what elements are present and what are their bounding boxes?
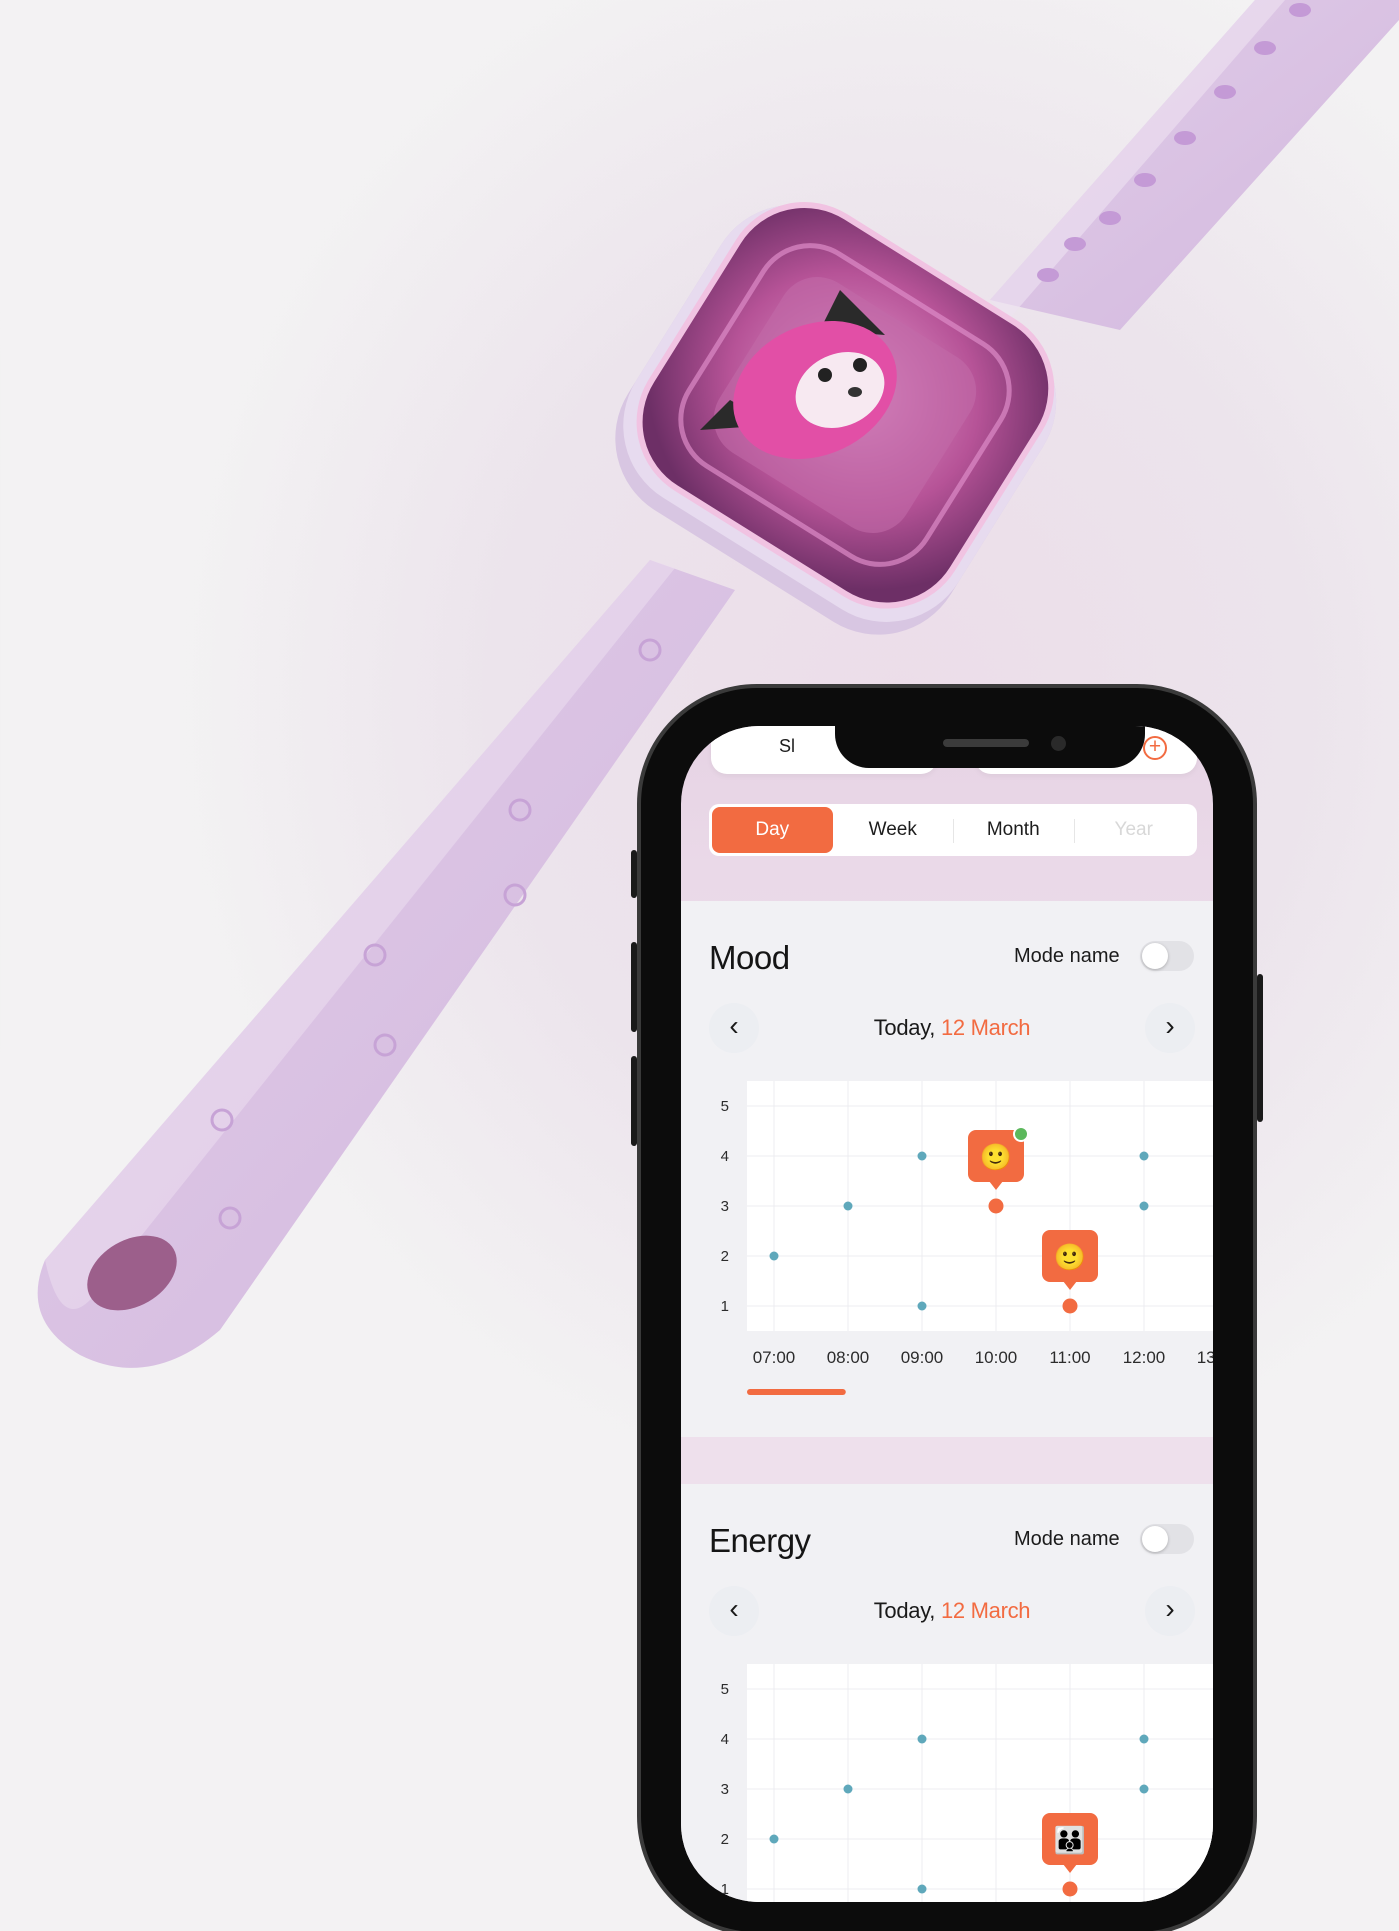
volume-up-button [631, 942, 637, 1032]
tab-week[interactable]: Week [833, 807, 954, 853]
x-tick-label: 10:00 [975, 1348, 1018, 1367]
y-tick-label: 1 [721, 1298, 729, 1315]
data-point [1139, 1201, 1149, 1211]
chevron-right-icon[interactable]: › [1145, 1003, 1195, 1053]
online-badge [1013, 1126, 1029, 1142]
y-tick-label: 4 [721, 1731, 729, 1748]
x-tick-label: 13:00 [1197, 1348, 1213, 1367]
energy-chart-svg: 5432107:0008:0009:0010:0011:0012:0013:00… [721, 1664, 1213, 1902]
phone-frame: Sl gy + Day Week Month Year Mood Mode na… [631, 684, 1263, 1931]
mood-card: Mood Mode name ‹ Today, 12 March › 5 4 3 2 1… [681, 901, 1213, 1437]
smile-emoji: 🙂 [980, 1143, 1012, 1173]
volume-down-button [631, 1056, 637, 1146]
energy-mode-label: Mode name [1014, 1528, 1120, 1550]
plot-area [747, 1664, 1213, 1902]
data-point [769, 1251, 779, 1261]
y-tick-label: 3 [721, 1781, 729, 1798]
x-tick-label: 07:00 [753, 1348, 796, 1367]
notch [835, 726, 1145, 768]
energy-date: Today, 12 March [709, 1598, 1195, 1624]
tab-year[interactable]: Year [1073, 807, 1195, 853]
y-tick-label: 2 [721, 1831, 729, 1848]
energy-mode-toggle[interactable] [1140, 1524, 1194, 1554]
phone-screen: Sl gy + Day Week Month Year Mood Mode na… [681, 726, 1213, 1902]
power-button [1257, 974, 1263, 1122]
data-point [843, 1784, 853, 1794]
data-point [1139, 1784, 1149, 1794]
date-prefix: Today, [873, 1598, 936, 1623]
energy-card: Energy Mode name ‹ Today, 12 March › 5 4 3… [681, 1484, 1213, 1902]
front-camera [1051, 736, 1066, 751]
smile-emoji: 🙂 [1054, 1243, 1086, 1273]
speaker-grille [943, 739, 1029, 747]
mood-title: Mood [709, 939, 790, 976]
y-tick-label: 4 [721, 1148, 729, 1165]
mood-chart[interactable]: 5 4 3 2 1 07:00 08:00 09:00 10:00 11:00 12:00 13:00… [681, 1061, 1213, 1421]
marker-point [988, 1198, 1004, 1214]
mood-chart-svg: 5 4 3 2 1 07:00 08:00 09:00 10:00 11:00 12:00 13:00… [721, 1081, 1213, 1395]
mood-mode-toggle[interactable] [1140, 941, 1194, 971]
mood-date-nav: ‹ Today, 12 March › [709, 1003, 1195, 1053]
date-highlight: 12 March [940, 1598, 1031, 1623]
toggle-knob [1142, 1526, 1168, 1552]
tab-day[interactable]: Day [712, 807, 833, 853]
marker-point [1062, 1881, 1078, 1897]
data-point [917, 1734, 927, 1744]
x-tick-label: 09:00 [901, 1348, 944, 1367]
y-tick-label: 3 [721, 1198, 729, 1215]
mood-mode-label: Mode name [1014, 945, 1120, 967]
tab-month[interactable]: Month [953, 807, 1074, 853]
date-prefix: Today, [873, 1015, 936, 1040]
mute-switch [631, 850, 637, 898]
scroll-indicator [747, 1389, 846, 1395]
x-tick-label: 08:00 [827, 1348, 870, 1367]
date-highlight: 12 March [940, 1015, 1031, 1040]
data-point [1139, 1734, 1149, 1744]
energy-chart[interactable]: 5432107:0008:0009:0010:0011:0012:0013:00… [681, 1644, 1213, 1902]
energy-title: Energy [709, 1522, 811, 1559]
data-point [1139, 1151, 1149, 1161]
data-point [843, 1201, 853, 1211]
data-point [769, 1834, 779, 1844]
data-point [917, 1301, 927, 1311]
metric-tab-label: Sl [779, 736, 796, 756]
marker-point [1062, 1298, 1078, 1314]
data-point [917, 1884, 927, 1894]
y-tick-label: 2 [721, 1248, 729, 1265]
y-tick-label: 1 [721, 1881, 729, 1898]
x-tick-label: 12:00 [1123, 1348, 1166, 1367]
data-point [917, 1151, 927, 1161]
x-tick-label: 11:00 [1049, 1348, 1090, 1367]
energy-date-nav: ‹ Today, 12 March › [709, 1586, 1195, 1636]
y-tick-label: 5 [721, 1098, 729, 1115]
toggle-knob [1142, 943, 1168, 969]
chevron-right-icon[interactable]: › [1145, 1586, 1195, 1636]
mood-date: Today, 12 March [709, 1015, 1195, 1041]
plus-circle-icon[interactable]: + [1143, 736, 1167, 760]
y-tick-label: 5 [721, 1681, 729, 1698]
period-selector: Day Week Month Year [709, 804, 1197, 856]
family-emoji: 👪 [1054, 1825, 1086, 1856]
